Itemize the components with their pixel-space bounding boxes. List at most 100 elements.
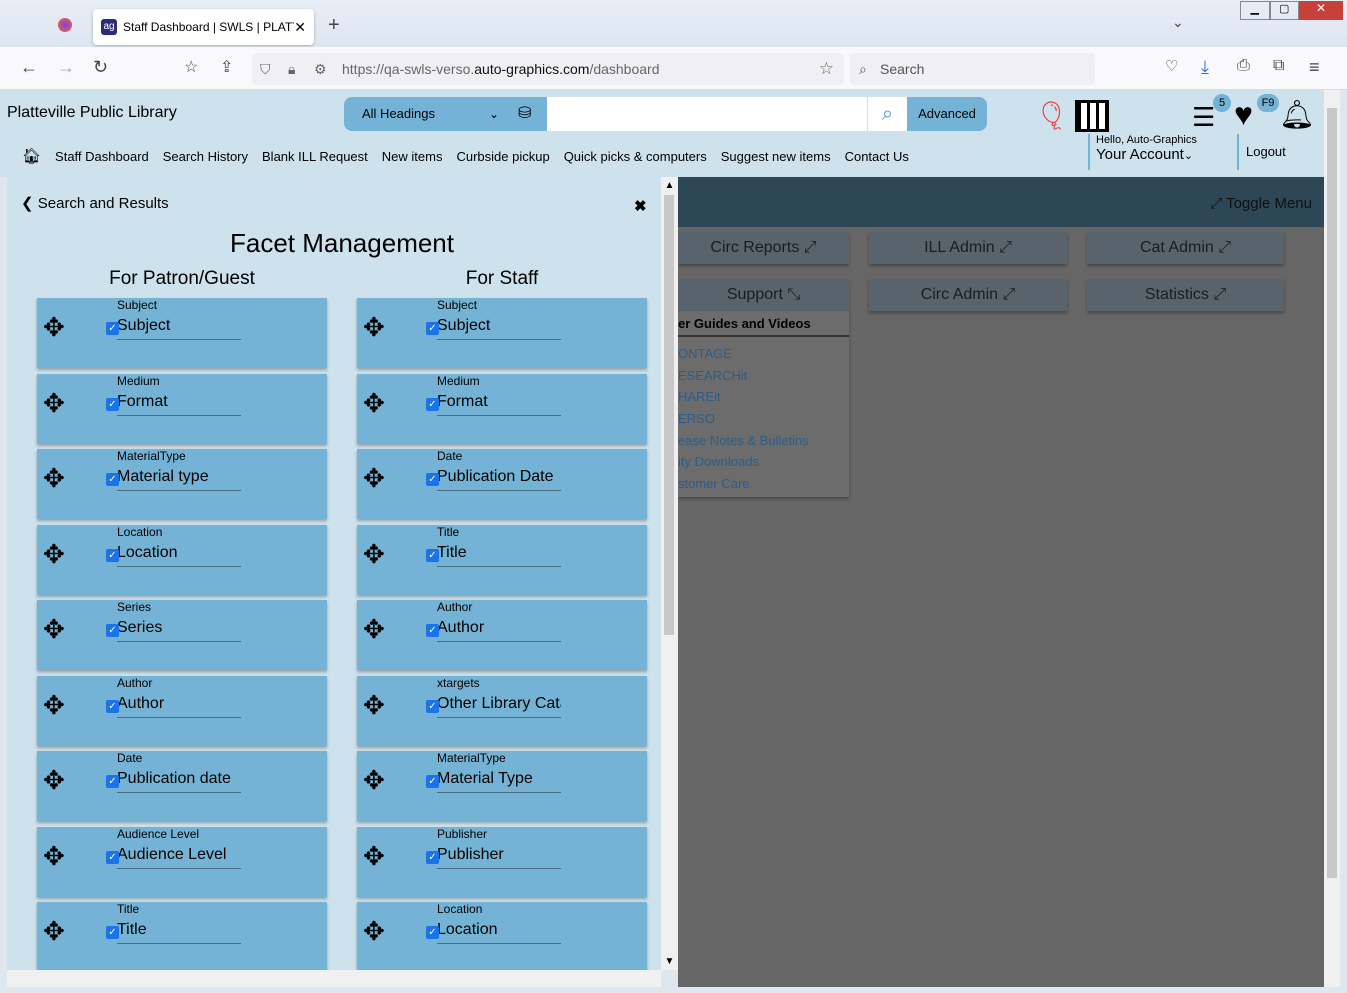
bookmark-star-icon[interactable]: ☆ — [819, 53, 834, 85]
home-icon[interactable]: 🏠︎ — [22, 147, 41, 165]
back-to-search-link[interactable]: ❮ Search and Results — [21, 194, 169, 212]
facet-label-input[interactable]: Author — [437, 619, 561, 642]
balloon-icon[interactable]: 🎈︎ — [1034, 99, 1070, 132]
nav-blank-ill-request[interactable]: Blank ILL Request — [262, 149, 368, 164]
nav-contact-us[interactable]: Contact Us — [845, 149, 909, 164]
url-bar[interactable]: ⛉ 🔒︎ ⚙ https://qa-swls-verso.auto-graphi… — [252, 53, 844, 85]
facet-enabled-checkbox[interactable]: ✓ — [106, 473, 119, 486]
facet-label-input[interactable]: Series — [117, 619, 241, 642]
support-link[interactable]: ONTAGE — [678, 343, 849, 365]
facet-card[interactable]: Publisher ✥ Publisher ✓ — [357, 827, 647, 897]
facet-label-input[interactable]: Publication date — [117, 770, 241, 793]
browser-tab[interactable]: ag Staff Dashboard | SWLS | PLATT ✕ — [93, 9, 314, 45]
pocket-icon[interactable]: ♡ — [1165, 57, 1178, 75]
drag-move-icon[interactable]: ✥ — [363, 690, 385, 721]
panel-horizontal-scrollbar[interactable] — [7, 970, 661, 987]
search-scope-select[interactable]: All Headings ⌄ ⛁ — [344, 97, 547, 131]
account-menu[interactable]: Hello, Auto-Graphics Your Account⌄ — [1088, 134, 1197, 170]
nav-staff-dashboard[interactable]: Staff Dashboard — [55, 149, 149, 164]
facet-label-input[interactable]: Material Type — [437, 770, 561, 793]
logout-link[interactable]: Logout — [1237, 134, 1286, 170]
facet-card[interactable]: Title ✥ Title ✓ — [37, 902, 327, 970]
facet-card[interactable]: Date ✥ Publication date ✓ — [37, 751, 327, 821]
drag-move-icon[interactable]: ✥ — [363, 388, 385, 419]
facet-label-input[interactable]: Author — [117, 695, 241, 718]
tab-list-chevron-icon[interactable]: ⌄ — [1172, 14, 1184, 31]
close-tab-icon[interactable]: ✕ — [294, 19, 306, 36]
print-icon[interactable]: ⎙ — [1237, 57, 1250, 75]
drag-move-icon[interactable]: ✥ — [43, 539, 65, 570]
facet-label-input[interactable]: Title — [437, 544, 561, 567]
circ-reports-button[interactable]: Circ Reports ⤢ — [678, 232, 849, 264]
facet-card[interactable]: Location ✥ Location ✓ — [37, 525, 327, 595]
extensions-icon[interactable]: ⧉ — [1273, 57, 1284, 75]
catalog-search-input[interactable] — [547, 97, 907, 131]
facet-card[interactable]: Subject ✥ Subject ✓ — [37, 298, 327, 368]
facet-label-input[interactable]: Title — [117, 921, 241, 944]
facet-card[interactable]: Medium ✥ Format ✓ — [37, 374, 327, 444]
facet-enabled-checkbox[interactable]: ✓ — [426, 926, 439, 939]
browser-search-input[interactable]: ⌕ Search — [850, 53, 1095, 85]
heart-icon[interactable]: ♥ — [1234, 96, 1253, 133]
bookmark-import-icon[interactable]: ☆ — [184, 57, 198, 77]
nav-quick-picks[interactable]: Quick picks & computers — [564, 149, 707, 164]
drag-move-icon[interactable]: ✥ — [363, 765, 385, 796]
facet-enabled-checkbox[interactable]: ✓ — [106, 700, 119, 713]
drag-move-icon[interactable]: ✥ — [43, 614, 65, 645]
facet-enabled-checkbox[interactable]: ✓ — [106, 926, 119, 939]
facet-enabled-checkbox[interactable]: ✓ — [106, 549, 119, 562]
facet-label-input[interactable]: Subject — [437, 317, 561, 340]
drag-move-icon[interactable]: ✥ — [43, 841, 65, 872]
support-link[interactable]: ERSO — [678, 408, 849, 430]
facet-label-input[interactable]: Publication Date — [437, 468, 561, 491]
drag-move-icon[interactable]: ✥ — [43, 916, 65, 947]
facet-enabled-checkbox[interactable]: ✓ — [106, 398, 119, 411]
drag-move-icon[interactable]: ✥ — [43, 463, 65, 494]
download-icon[interactable]: ⤓ — [1201, 57, 1209, 78]
facet-card[interactable]: Subject ✥ Subject ✓ — [357, 298, 647, 368]
facet-card[interactable]: Series ✥ Series ✓ — [37, 600, 327, 670]
nav-new-items[interactable]: New items — [382, 149, 443, 164]
facet-enabled-checkbox[interactable]: ✓ — [426, 700, 439, 713]
bell-icon[interactable]: 🔔︎ — [1279, 98, 1315, 131]
drag-move-icon[interactable]: ✥ — [43, 312, 65, 343]
cat-admin-button[interactable]: Cat Admin ⤢ — [1087, 232, 1284, 264]
facet-card[interactable]: Audience Level ✥ Audience Level ✓ — [37, 827, 327, 897]
facet-label-input[interactable]: Subject — [117, 317, 241, 340]
drag-move-icon[interactable]: ✥ — [43, 765, 65, 796]
facet-label-input[interactable]: Location — [437, 921, 561, 944]
facet-card[interactable]: MaterialType ✥ Material type ✓ — [37, 449, 327, 519]
share-icon[interactable]: ⇪ — [220, 57, 233, 77]
drag-move-icon[interactable]: ✥ — [363, 614, 385, 645]
reload-icon[interactable]: ↻ — [93, 57, 108, 78]
facet-label-input[interactable]: Material type — [117, 468, 241, 491]
minimize-icon[interactable]: ▁ — [1240, 1, 1270, 20]
statistics-button[interactable]: Statistics ⤢ — [1087, 279, 1284, 311]
close-window-icon[interactable]: ✕ — [1299, 1, 1343, 20]
nav-curbside-pickup[interactable]: Curbside pickup — [456, 149, 549, 164]
forward-icon[interactable]: → — [57, 57, 75, 78]
facet-card[interactable]: Date ✥ Publication Date ✓ — [357, 449, 647, 519]
facet-card[interactable]: Title ✥ Title ✓ — [357, 525, 647, 595]
new-tab-icon[interactable]: + — [328, 14, 340, 37]
facet-card[interactable]: Location ✥ Location ✓ — [357, 902, 647, 970]
facet-enabled-checkbox[interactable]: ✓ — [426, 398, 439, 411]
support-link[interactable]: stomer Care — [678, 473, 849, 495]
facet-label-input[interactable]: Audience Level — [117, 846, 241, 869]
facet-label-input[interactable]: Format — [117, 393, 241, 416]
ill-admin-button[interactable]: ILL Admin ⤢ — [869, 232, 1067, 264]
facet-card[interactable]: Author ✥ Author ✓ — [37, 676, 327, 746]
close-icon[interactable]: ✖ — [634, 197, 647, 215]
drag-move-icon[interactable]: ✥ — [363, 463, 385, 494]
support-link[interactable]: ease Notes & Bulletins — [678, 430, 849, 452]
facet-enabled-checkbox[interactable]: ✓ — [106, 624, 119, 637]
search-shelf-icon[interactable] — [1075, 100, 1109, 132]
support-link[interactable]: HAREit — [678, 386, 849, 408]
drag-move-icon[interactable]: ✥ — [363, 841, 385, 872]
facet-enabled-checkbox[interactable]: ✓ — [106, 775, 119, 788]
panel-vertical-scrollbar[interactable]: ▲ ▼ — [661, 177, 678, 970]
facet-enabled-checkbox[interactable]: ✓ — [426, 322, 439, 335]
circ-admin-button[interactable]: Circ Admin ⤢ — [869, 279, 1067, 311]
facet-enabled-checkbox[interactable]: ✓ — [426, 851, 439, 864]
nav-search-history[interactable]: Search History — [163, 149, 248, 164]
